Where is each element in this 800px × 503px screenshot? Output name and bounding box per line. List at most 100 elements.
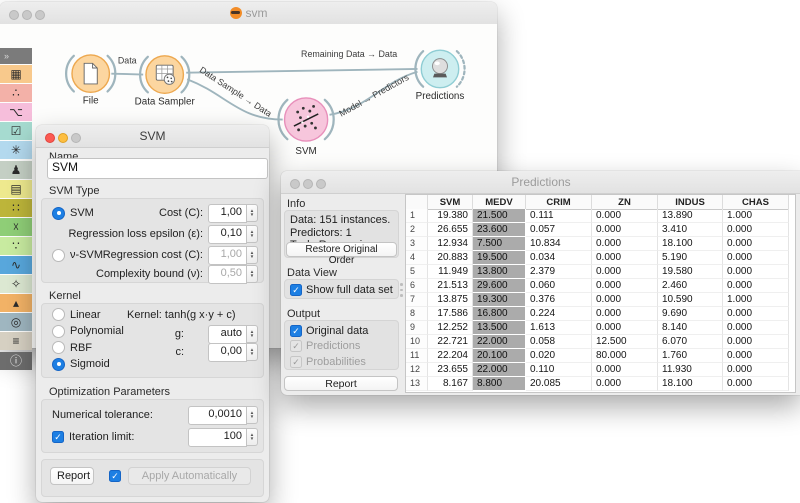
cell-crim[interactable]: 0.060 bbox=[526, 279, 592, 293]
cell-zn[interactable]: 0.000 bbox=[592, 293, 658, 307]
report-button[interactable]: Report bbox=[50, 467, 94, 485]
cell-chas[interactable]: 0.000 bbox=[723, 279, 789, 293]
cell-zn[interactable]: 0.000 bbox=[592, 251, 658, 265]
column-header-CHAS[interactable]: CHAS bbox=[723, 195, 789, 210]
node-file[interactable]: File bbox=[72, 55, 109, 107]
output-checkbox[interactable]: ✓ bbox=[290, 325, 302, 337]
stepper[interactable]: ▲▼ bbox=[247, 428, 258, 446]
output-row-probabilities[interactable]: ✓Probabilities bbox=[290, 355, 366, 368]
toolbox-item-scatter-plot[interactable]: ∴ bbox=[0, 84, 32, 102]
kernel-radio-polynomial[interactable] bbox=[52, 325, 65, 338]
cell-medv[interactable]: 22.000 bbox=[473, 335, 526, 349]
iteration-limit-checkbox[interactable]: ✓ bbox=[52, 431, 64, 443]
cell-svm[interactable]: 22.204 bbox=[428, 349, 473, 363]
toolbox-item-clustering[interactable]: ✳ bbox=[0, 141, 32, 159]
svm-type-radio-svm[interactable] bbox=[52, 207, 65, 220]
cell-crim[interactable]: 0.110 bbox=[526, 363, 592, 377]
cell-crim[interactable]: 0.376 bbox=[526, 293, 592, 307]
cell-chas[interactable]: 0.000 bbox=[723, 265, 789, 279]
cell-medv[interactable]: 13.800 bbox=[473, 265, 526, 279]
cell-svm[interactable]: 23.655 bbox=[428, 363, 473, 377]
cell-chas[interactable]: 0.000 bbox=[723, 251, 789, 265]
toolbox-item-tree[interactable]: ⌥ bbox=[0, 103, 32, 121]
cell-svm[interactable]: 13.875 bbox=[428, 293, 473, 307]
row-number[interactable]: 12 bbox=[406, 363, 428, 377]
column-header-ZN[interactable]: ZN bbox=[592, 195, 658, 210]
learner-name-input[interactable]: SVM bbox=[47, 158, 268, 179]
stepper[interactable]: ▲▼ bbox=[247, 204, 258, 222]
cell-medv[interactable]: 19.300 bbox=[473, 293, 526, 307]
row-number[interactable]: 9 bbox=[406, 321, 428, 335]
cell-svm[interactable]: 12.252 bbox=[428, 321, 473, 335]
cell-medv[interactable]: 20.100 bbox=[473, 349, 526, 363]
stepper[interactable]: ▲▼ bbox=[247, 406, 258, 424]
cell-indus[interactable]: 19.580 bbox=[658, 265, 723, 279]
show-full-data-checkbox[interactable]: ✓ bbox=[290, 284, 302, 296]
node-svm[interactable]: SVM bbox=[285, 98, 328, 157]
restore-original-order-button[interactable]: Restore Original Order bbox=[286, 242, 397, 257]
stepper[interactable]: ▲▼ bbox=[247, 225, 258, 243]
cell-crim[interactable]: 10.834 bbox=[526, 237, 592, 251]
cell-svm[interactable]: 8.167 bbox=[428, 377, 473, 391]
splitter-handle[interactable] bbox=[400, 283, 403, 297]
cell-zn[interactable]: 0.000 bbox=[592, 321, 658, 335]
cell-zn[interactable]: 0.000 bbox=[592, 237, 658, 251]
cell-zn[interactable]: 0.000 bbox=[592, 265, 658, 279]
iteration-limit-spinbox[interactable]: 100 ▲▼ bbox=[188, 428, 258, 446]
cell-indus[interactable]: 10.590 bbox=[658, 293, 723, 307]
cell-crim[interactable]: 0.057 bbox=[526, 223, 592, 237]
cell-crim[interactable]: 2.379 bbox=[526, 265, 592, 279]
kernel-radio-row-sigmoid[interactable]: Sigmoid bbox=[52, 357, 110, 372]
cell-zn[interactable]: 0.000 bbox=[592, 363, 658, 377]
cell-chas[interactable]: 0.000 bbox=[723, 377, 789, 391]
cell-medv[interactable]: 7.500 bbox=[473, 237, 526, 251]
kernel-radio-rbf[interactable] bbox=[52, 341, 65, 354]
toolbox-item-line-chart[interactable]: ∿ bbox=[0, 256, 32, 274]
cell-indus[interactable]: 1.760 bbox=[658, 349, 723, 363]
cell-zn[interactable]: 0.000 bbox=[592, 307, 658, 321]
cell-svm[interactable]: 19.380 bbox=[428, 209, 473, 223]
kernel-radio-row-polynomial[interactable]: Polynomial bbox=[52, 324, 124, 339]
toolbox-item-dots-sequence[interactable]: ∷ bbox=[0, 199, 32, 217]
column-header-INDUS[interactable]: INDUS bbox=[658, 195, 723, 210]
cell-indus[interactable]: 9.690 bbox=[658, 307, 723, 321]
cell-chas[interactable]: 0.000 bbox=[723, 307, 789, 321]
cell-indus[interactable]: 11.930 bbox=[658, 363, 723, 377]
cell-svm[interactable]: 26.655 bbox=[428, 223, 473, 237]
row-number[interactable]: 4 bbox=[406, 251, 428, 265]
toolbox-item-text[interactable]: ≡ bbox=[0, 332, 32, 350]
row-number[interactable]: 8 bbox=[406, 307, 428, 321]
cell-svm[interactable]: 21.513 bbox=[428, 279, 473, 293]
tolerance-spinbox[interactable]: 0,0010 ▲▼ bbox=[188, 406, 258, 424]
cell-svm[interactable]: 17.586 bbox=[428, 307, 473, 321]
cell-indus[interactable]: 6.070 bbox=[658, 335, 723, 349]
column-header-SVM[interactable]: SVM bbox=[428, 195, 473, 210]
apply-automatically-checkbox[interactable]: ✓ bbox=[109, 470, 121, 482]
output-row-original-data[interactable]: ✓Original data bbox=[290, 324, 368, 337]
cell-chas[interactable]: 0.000 bbox=[723, 321, 789, 335]
kernel-radio-row-linear[interactable]: Linear bbox=[52, 307, 101, 322]
toolbox-item-scatter-dots[interactable]: ∵ bbox=[0, 237, 32, 255]
kernel-radio-sigmoid[interactable] bbox=[52, 358, 65, 371]
cell-zn[interactable]: 12.500 bbox=[592, 335, 658, 349]
cell-zn[interactable]: 0.000 bbox=[592, 209, 658, 223]
svm-dialog-titlebar[interactable]: SVM bbox=[36, 125, 269, 148]
toolbox-item-test-and-score[interactable]: ☑ bbox=[0, 122, 32, 140]
cell-crim[interactable]: 0.020 bbox=[526, 349, 592, 363]
link-sampler-predictions[interactable] bbox=[186, 69, 417, 73]
cell-crim[interactable]: 0.224 bbox=[526, 307, 592, 321]
cell-chas[interactable]: 0.000 bbox=[723, 335, 789, 349]
cell-chas[interactable]: 0.000 bbox=[723, 223, 789, 237]
row-number[interactable]: 6 bbox=[406, 279, 428, 293]
toolbox-item-spark[interactable]: ✧ bbox=[0, 275, 32, 293]
stepper[interactable]: ▲▼ bbox=[247, 343, 258, 361]
cell-medv[interactable]: 29.600 bbox=[473, 279, 526, 293]
toolbox-collapse-button[interactable]: » bbox=[0, 48, 32, 64]
column-header-MEDV[interactable]: MEDV bbox=[473, 195, 526, 210]
cell-chas[interactable]: 1.000 bbox=[723, 209, 789, 223]
predictions-titlebar[interactable]: Predictions bbox=[281, 171, 800, 194]
c-spinbox[interactable]: 0,00 ▲▼ bbox=[208, 343, 258, 361]
toolbox-item-education[interactable]: ▴ bbox=[0, 294, 32, 312]
toolbox-item-spiral[interactable]: ◎ bbox=[0, 313, 32, 331]
cell-medv[interactable]: 8.800 bbox=[473, 377, 526, 391]
